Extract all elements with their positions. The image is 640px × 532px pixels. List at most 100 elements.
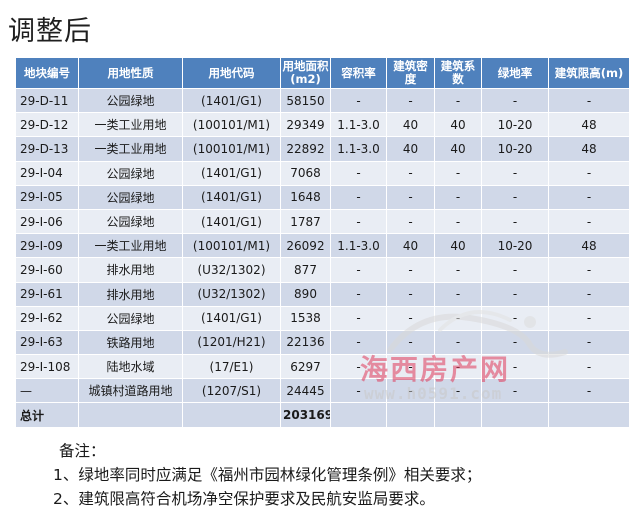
table-row: 29-I-63 铁路用地 (1201/H21) 22136- - - - - bbox=[15, 329, 630, 356]
cell-parcel-id: 29-D-11 bbox=[15, 87, 79, 114]
cell-plot-ratio: - bbox=[330, 257, 387, 283]
table-row: — 城镇村道路用地 (1207/S1) 24445- - - - - bbox=[15, 378, 630, 404]
cell-height-limit: - bbox=[548, 354, 630, 380]
cell-area: 1648 bbox=[280, 184, 331, 210]
cell-building-density: - bbox=[386, 378, 435, 404]
table-row: 29-I-108 陆地水域 (17/E1) 6297- - - - - bbox=[15, 354, 630, 380]
total-label: 总计 bbox=[15, 402, 79, 428]
note-item-2: 2、建筑限高符合机场净空保护要求及民航安监局要求。 bbox=[53, 490, 435, 508]
cell-building-coefficient: - bbox=[434, 354, 482, 380]
land-use-table-container: 地块编号 用地性质 用地代码 用地面积(m2) 容积率 建筑密度 建筑系数 绿地… bbox=[15, 57, 630, 428]
cell-land-code: (100101/M1) bbox=[182, 136, 281, 162]
cell-height-limit: - bbox=[548, 305, 630, 331]
note-item-1: 1、绿地率同时应满足《福州市园林绿化管理条例》相关要求； bbox=[53, 466, 482, 484]
cell-building-coefficient: - bbox=[434, 378, 482, 404]
cell-building-coefficient: - bbox=[434, 281, 482, 307]
cell-plot-ratio: - bbox=[330, 281, 387, 307]
cell-plot-ratio: - bbox=[330, 329, 387, 356]
cell-green-ratio: - bbox=[481, 354, 549, 380]
cell-land-code: (U32/1302) bbox=[182, 257, 281, 283]
cell-building-density: - bbox=[386, 305, 435, 331]
cell-green-ratio: - bbox=[481, 305, 549, 331]
cell-plot-ratio: - bbox=[330, 354, 387, 380]
cell-height-limit: - bbox=[548, 329, 630, 356]
table-row: 29-I-61 排水用地 (U32/1302) 890- - - - - bbox=[15, 281, 630, 307]
cell-green-ratio: - bbox=[481, 281, 549, 307]
cell-building-density: - bbox=[386, 257, 435, 283]
table-row: 29-D-13 一类工业用地 (100101/M1) 22892 1.1-3.0 40 40… bbox=[15, 136, 630, 162]
cell-parcel-id: 29-I-04 bbox=[15, 160, 79, 186]
cell-parcel-id: 29-I-61 bbox=[15, 281, 79, 307]
cell-green-ratio: 10-20 bbox=[481, 112, 549, 138]
table-row: 29-I-62 公园绿地 (1401/G1) 1538- - - - - bbox=[15, 305, 630, 331]
cell-land-code: (1401/G1) bbox=[182, 184, 281, 210]
total-area: 203169 bbox=[280, 402, 331, 428]
cell-land-use: 一类工业用地 bbox=[78, 233, 183, 259]
cell-building-coefficient: - bbox=[434, 184, 482, 210]
cell-plot-ratio: - bbox=[330, 184, 387, 210]
cell-building-density: - bbox=[386, 184, 435, 210]
cell-height-limit: - bbox=[548, 184, 630, 210]
table-row: 29-I-05 公园绿地 (1401/G1) 1648- - - - - bbox=[15, 184, 630, 210]
cell-parcel-id: 29-I-63 bbox=[15, 329, 79, 356]
cell-land-code: (1401/G1) bbox=[182, 208, 281, 235]
cell-building-density: - bbox=[386, 160, 435, 186]
cell-parcel-id: 29-D-12 bbox=[15, 112, 79, 138]
col-header-parcel-id: 地块编号 bbox=[15, 57, 79, 89]
cell-height-limit: 48 bbox=[548, 233, 630, 259]
cell-land-code: (1201/H21) bbox=[182, 329, 281, 356]
cell-building-coefficient: - bbox=[434, 329, 482, 356]
cell-area: 890 bbox=[280, 281, 331, 307]
cell-plot-ratio: - bbox=[330, 208, 387, 235]
cell-land-use: 一类工业用地 bbox=[78, 112, 183, 138]
cell-green-ratio: - bbox=[481, 87, 549, 114]
cell-building-coefficient: - bbox=[434, 87, 482, 114]
cell-land-code: (100101/M1) bbox=[182, 112, 281, 138]
cell-parcel-id: 29-I-60 bbox=[15, 257, 79, 283]
col-header-height-limit: 建筑限高(m) bbox=[548, 57, 630, 89]
cell-green-ratio: - bbox=[481, 329, 549, 356]
total-empty-cell bbox=[434, 402, 482, 428]
cell-building-coefficient: 40 bbox=[434, 136, 482, 162]
cell-height-limit: 48 bbox=[548, 136, 630, 162]
table-row: 29-D-12 一类工业用地 (100101/M1) 29349 1.1-3.0 40 40… bbox=[15, 112, 630, 138]
col-header-building-density: 建筑密度 bbox=[386, 57, 435, 89]
cell-building-coefficient: - bbox=[434, 305, 482, 331]
cell-parcel-id: 29-I-09 bbox=[15, 233, 79, 259]
notes-section: 备注： 1、绿地率同时应满足《福州市园林绿化管理条例》相关要求； 2、建筑限高符… bbox=[53, 439, 481, 511]
total-empty-cell bbox=[330, 402, 387, 428]
cell-area: 6297 bbox=[280, 354, 331, 380]
cell-land-use: 公园绿地 bbox=[78, 305, 183, 331]
cell-land-code: (1401/G1) bbox=[182, 87, 281, 114]
cell-building-density: 40 bbox=[386, 136, 435, 162]
table-row: 29-I-04 公园绿地 (1401/G1) 7068- - - - - bbox=[15, 160, 630, 186]
cell-building-coefficient: 40 bbox=[434, 112, 482, 138]
cell-height-limit: - bbox=[548, 281, 630, 307]
col-header-land-use: 用地性质 bbox=[78, 57, 183, 89]
cell-land-use: 城镇村道路用地 bbox=[78, 378, 183, 404]
table-body: 29-D-11 公园绿地 (1401/G1) 58150- - - - -29-D-12 一类工… bbox=[15, 87, 630, 428]
cell-area: 877 bbox=[280, 257, 331, 283]
cell-green-ratio: - bbox=[481, 184, 549, 210]
cell-land-use: 公园绿地 bbox=[78, 208, 183, 235]
total-empty-cell bbox=[548, 402, 630, 428]
cell-green-ratio: 10-20 bbox=[481, 136, 549, 162]
cell-plot-ratio: - bbox=[330, 87, 387, 114]
cell-height-limit: - bbox=[548, 160, 630, 186]
cell-green-ratio: - bbox=[481, 257, 549, 283]
cell-building-coefficient: - bbox=[434, 257, 482, 283]
col-header-plot-ratio: 容积率 bbox=[330, 57, 387, 89]
total-empty-cell bbox=[78, 402, 183, 428]
cell-building-density: - bbox=[386, 208, 435, 235]
table-row: 29-I-60 排水用地 (U32/1302) 877- - - - - bbox=[15, 257, 630, 283]
cell-building-density: 40 bbox=[386, 233, 435, 259]
cell-land-use: 一类工业用地 bbox=[78, 136, 183, 162]
cell-height-limit: 48 bbox=[548, 112, 630, 138]
cell-parcel-id: 29-D-13 bbox=[15, 136, 79, 162]
cell-green-ratio: - bbox=[481, 208, 549, 235]
cell-plot-ratio: 1.1-3.0 bbox=[330, 233, 387, 259]
cell-land-use: 排水用地 bbox=[78, 257, 183, 283]
cell-green-ratio: 10-20 bbox=[481, 233, 549, 259]
cell-green-ratio: - bbox=[481, 378, 549, 404]
cell-building-density: - bbox=[386, 329, 435, 356]
